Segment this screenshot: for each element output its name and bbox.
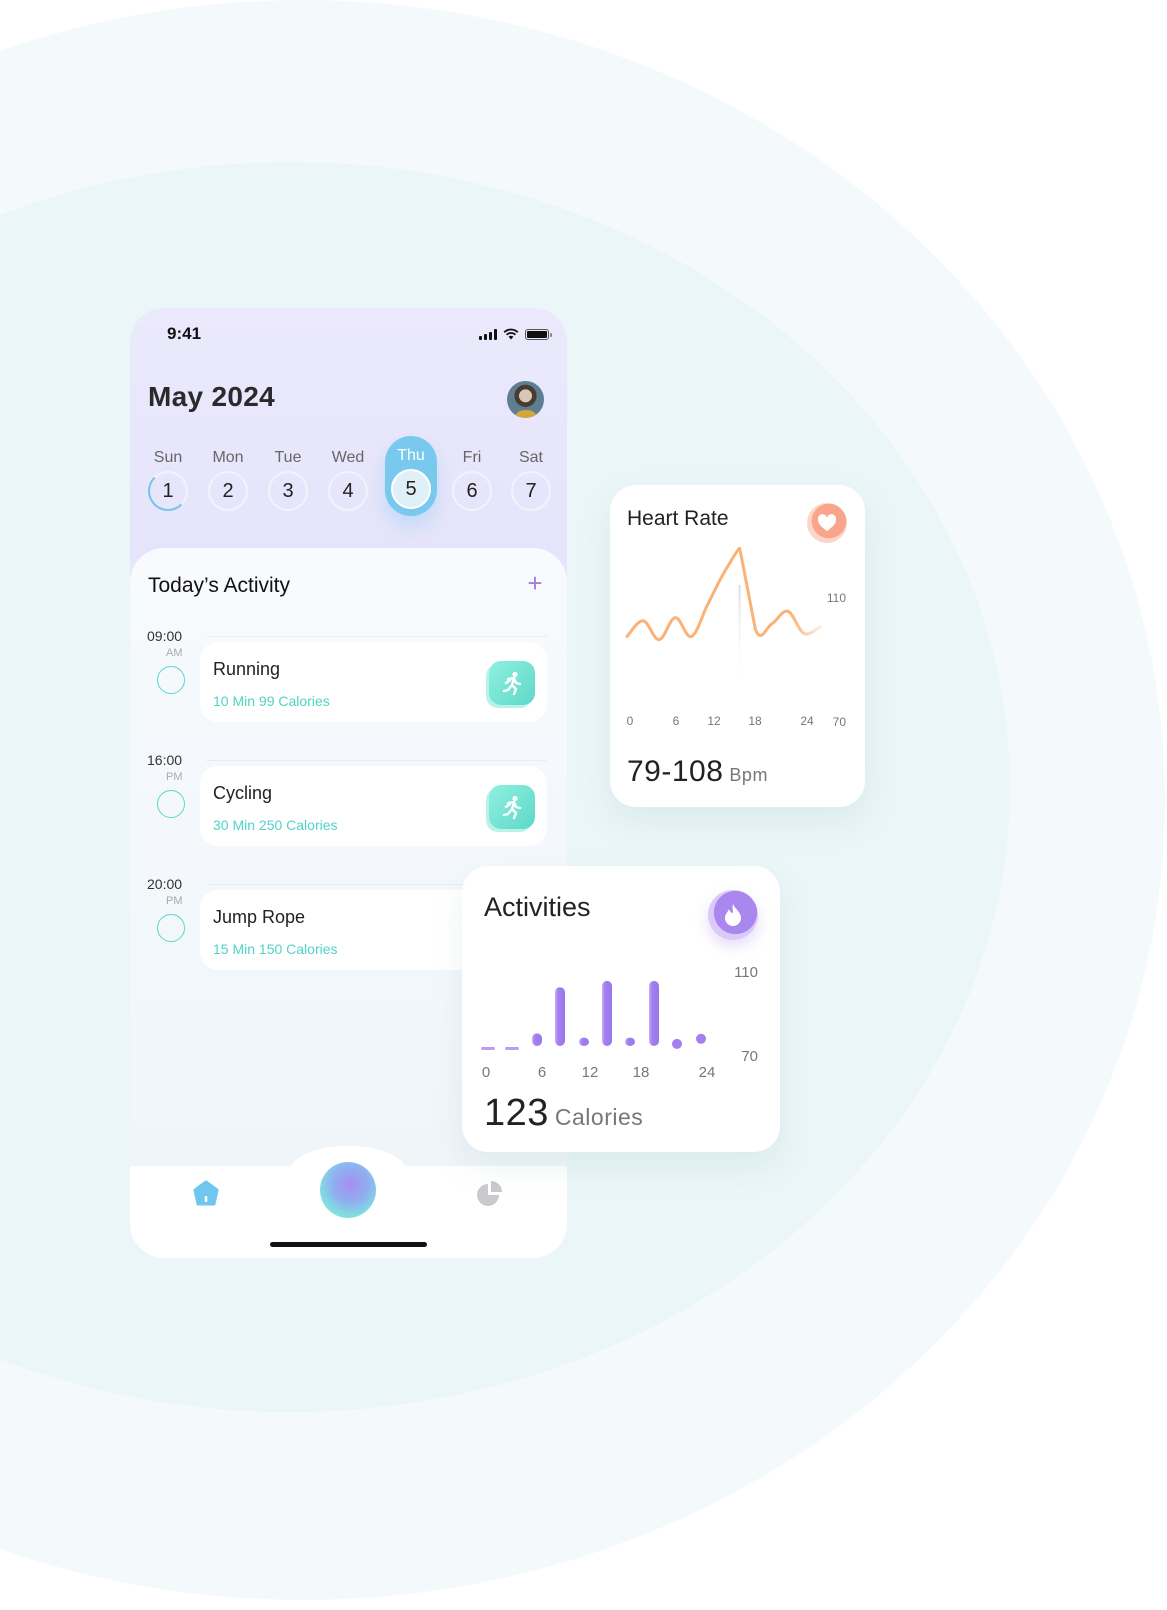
- day-name: Tue: [274, 449, 302, 466]
- avatar[interactable]: [507, 381, 544, 418]
- activity-name: Running: [213, 659, 281, 679]
- complete-checkbox[interactable]: [157, 666, 185, 694]
- complete-checkbox[interactable]: [157, 914, 185, 942]
- status-time: 9:41: [167, 324, 202, 343]
- day-fri[interactable]: Fri 6: [446, 438, 498, 520]
- heart-rate-unit: Bpm: [729, 765, 768, 785]
- center-orb-button[interactable]: [320, 1162, 376, 1218]
- day-number: 4: [328, 471, 368, 511]
- day-number: 6: [452, 471, 492, 511]
- bar: [625, 1037, 635, 1046]
- divider: [206, 636, 547, 637]
- day-number: 7: [511, 471, 551, 511]
- day-number: 2: [208, 471, 248, 511]
- activity-card[interactable]: Cycling 30 Min 250 Calories: [200, 766, 547, 846]
- day-wed[interactable]: Wed 4: [322, 438, 374, 520]
- x-tick-label: 0: [627, 714, 634, 728]
- x-tick-label: 12: [582, 1064, 599, 1081]
- day-thu[interactable]: Thu 5: [385, 436, 437, 516]
- x-tick-label: 0: [482, 1064, 490, 1081]
- day-name: Sat: [518, 449, 543, 466]
- activities-value: 123 Calories: [484, 1092, 643, 1135]
- bar: [505, 1047, 519, 1050]
- bar: [579, 1037, 589, 1046]
- bar: [672, 1038, 682, 1049]
- heart-rate-chart: 0 6 12 18 24 110 70: [625, 546, 847, 729]
- stats-icon[interactable]: [475, 1178, 505, 1208]
- running-icon: [489, 785, 535, 829]
- heart-rate-range: 79-108: [627, 755, 724, 788]
- y-tick-label: 70: [833, 715, 847, 729]
- bar: [696, 1033, 706, 1044]
- day-mon[interactable]: Mon 2: [202, 438, 254, 520]
- slot-ampm: PM: [166, 771, 183, 783]
- day-name: Sun: [153, 449, 183, 466]
- running-icon: [489, 661, 535, 705]
- status-icons: [479, 328, 552, 340]
- x-tick-label: 12: [707, 714, 721, 728]
- heart-rate-line: [625, 546, 822, 642]
- x-tick-label: 24: [800, 714, 814, 728]
- activity-meta: 15 Min 150 Calories: [213, 941, 338, 957]
- bar: [532, 1033, 542, 1046]
- panel-title: Today’s Activity: [148, 574, 291, 597]
- x-tick-label: 24: [699, 1064, 716, 1081]
- day-tue[interactable]: Tue 3: [262, 438, 314, 520]
- slot-time: 20:00: [147, 876, 183, 892]
- activity-name: Cycling: [213, 783, 273, 803]
- day-sat[interactable]: Sat 7: [505, 438, 557, 520]
- signal-icon: [479, 328, 497, 340]
- x-tick-label: 6: [673, 714, 680, 728]
- complete-checkbox[interactable]: [157, 790, 185, 818]
- divider: [206, 760, 547, 761]
- bar: [602, 980, 612, 1046]
- status-bar: 9:41: [130, 308, 567, 358]
- add-activity-button[interactable]: +: [523, 568, 547, 598]
- slot-ampm: AM: [166, 647, 183, 659]
- day-name: Thu: [397, 447, 425, 464]
- heart-rate-value: 79-108 Bpm: [627, 755, 768, 789]
- day-number: 5: [391, 469, 431, 509]
- day-number: 1: [148, 471, 188, 511]
- week-strip: Sun 1 Mon 2 Tue 3 Wed 4 Thu 5 Fri 6 Sat 7: [142, 436, 558, 520]
- y-tick-label: 110: [734, 964, 758, 981]
- x-tick-label: 18: [633, 1064, 650, 1081]
- calories-value: 123: [484, 1092, 549, 1134]
- activities-card[interactable]: Activities 0 6 12 18 24 110 70 123 Calories: [462, 866, 780, 1152]
- month-title: May 2024: [148, 381, 275, 412]
- day-name: Wed: [331, 449, 365, 466]
- activities-chart: 0 6 12 18 24 110 70: [481, 964, 758, 1081]
- home-icon[interactable]: [192, 1179, 220, 1207]
- activity-name: Jump Rope: [213, 907, 306, 927]
- wifi-icon: [503, 328, 519, 340]
- activity-meta: 30 Min 250 Calories: [213, 817, 338, 833]
- slot-ampm: PM: [166, 895, 183, 907]
- battery-icon: [525, 328, 552, 340]
- y-tick-label: 110: [827, 591, 846, 605]
- x-tick-label: 18: [748, 714, 762, 728]
- bar: [555, 987, 565, 1046]
- slot-time: 09:00: [147, 628, 183, 644]
- activity-meta: 10 Min 99 Calories: [213, 693, 330, 709]
- day-number: 3: [268, 471, 308, 511]
- calories-unit: Calories: [554, 1104, 644, 1130]
- x-tick-label: 6: [538, 1064, 546, 1081]
- y-tick-label: 70: [741, 1048, 758, 1065]
- day-name: Fri: [462, 449, 482, 466]
- slot-time: 16:00: [147, 752, 183, 768]
- bar: [649, 980, 659, 1046]
- home-indicator: [270, 1242, 427, 1247]
- activity-card[interactable]: Running 10 Min 99 Calories: [200, 642, 547, 722]
- highlight-line: [738, 585, 741, 690]
- day-sun[interactable]: Sun 1: [142, 438, 194, 520]
- bar: [481, 1047, 495, 1050]
- day-name: Mon: [212, 449, 244, 466]
- heart-rate-card[interactable]: Heart Rate 0 6 12 18 24 110 70 79-108 Bpm: [610, 485, 865, 807]
- tab-bar: [130, 1146, 567, 1258]
